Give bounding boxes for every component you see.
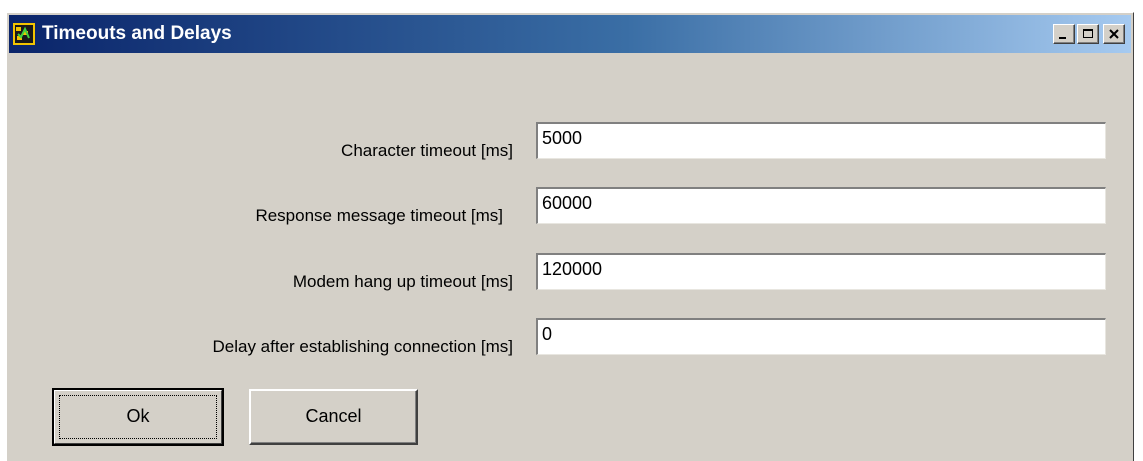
character-timeout-label: Character timeout [ms] [341, 141, 513, 160]
title-bar[interactable]: Timeouts and Delays [9, 15, 1131, 53]
maximize-button[interactable] [1077, 24, 1099, 44]
modem-hangup-timeout-label: Modem hang up timeout [ms] [292, 272, 513, 291]
modem-hangup-timeout-field[interactable] [536, 253, 1106, 290]
response-timeout-label: Response message timeout [ms] [255, 206, 503, 225]
response-timeout-field[interactable] [536, 187, 1106, 224]
connection-delay-field[interactable] [536, 318, 1106, 355]
minimize-icon [1059, 37, 1066, 39]
window-title: Timeouts and Delays [42, 23, 232, 44]
connection-delay-label: Delay after establishing connection [ms] [212, 337, 514, 356]
maximize-icon [1083, 29, 1093, 38]
character-timeout-field[interactable] [536, 122, 1106, 159]
ok-button[interactable]: Ok [52, 388, 224, 446]
timeouts-dialog: Timeouts and Delays Character timeout [m… [6, 12, 1134, 461]
minimize-button[interactable] [1053, 24, 1075, 44]
close-icon [1109, 29, 1119, 39]
ok-button-label: Ok [126, 406, 150, 426]
cancel-button[interactable]: Cancel [249, 389, 418, 445]
app-icon[interactable] [13, 23, 35, 45]
close-button[interactable] [1103, 24, 1125, 44]
